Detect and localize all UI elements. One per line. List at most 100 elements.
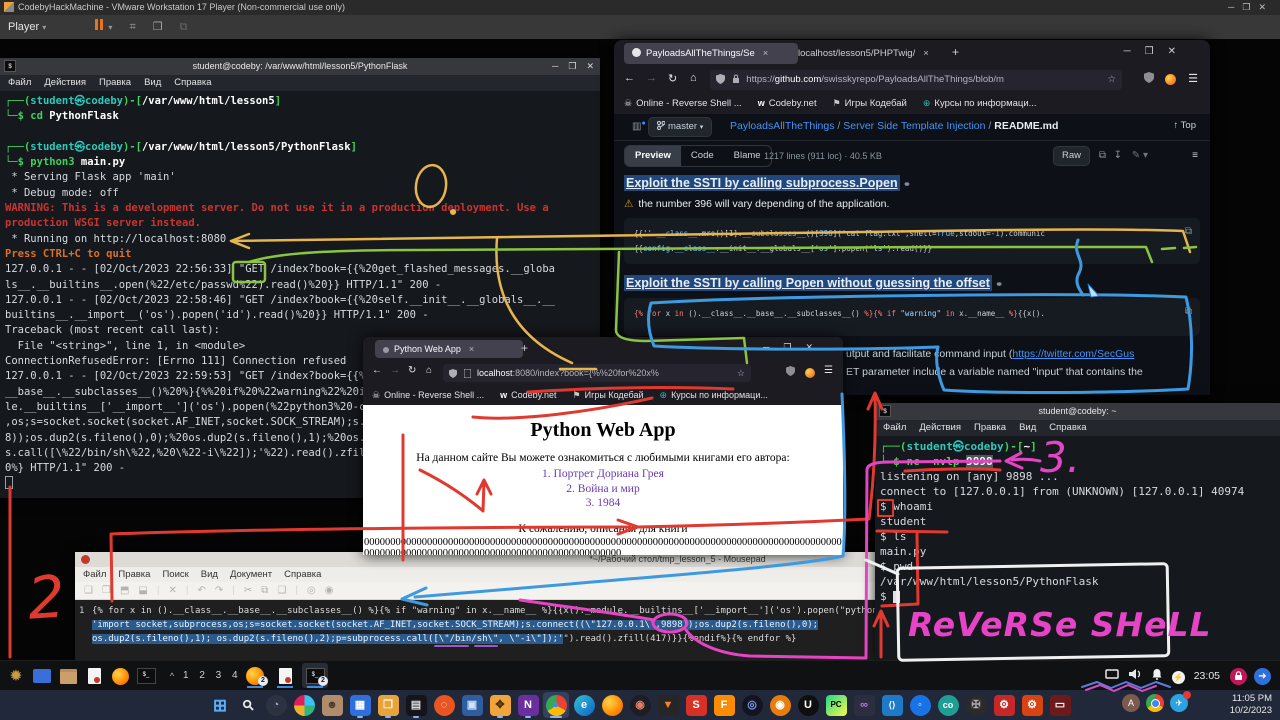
back-button[interactable]: ←	[372, 365, 382, 376]
new-tab-button[interactable]: +	[521, 341, 528, 355]
reload-button[interactable]: ↻	[408, 365, 416, 376]
show-desktop-button[interactable]	[30, 664, 54, 688]
vmware-titlebar[interactable]: CodebyHackMachine - VMware Workstation 1…	[0, 0, 1280, 15]
kali-menu-button[interactable]: ✹	[4, 664, 28, 688]
taskbar-icon-widgets[interactable]: ◔	[263, 692, 289, 718]
taskbar-icon-visual-studio[interactable]: ∞	[851, 692, 877, 718]
tab-python-web-app[interactable]: Python Web App×	[375, 340, 523, 358]
redo-icon[interactable]: ↷	[215, 585, 223, 596]
mousepad-menu-item[interactable]: Вид	[201, 569, 218, 580]
bookmark-star-icon[interactable]: ☆	[737, 364, 745, 382]
workspace-switcher[interactable]: 1 2 3 4	[183, 661, 242, 691]
terminal-titlebar[interactable]: $ student@codeby: /var/www/html/lesson5/…	[0, 58, 600, 75]
file-manager-launcher[interactable]	[56, 664, 80, 688]
tab-payloadsallthethings[interactable]: PayloadsAllTheThings/Se×	[624, 43, 798, 64]
vm-minimize-button[interactable]: ─	[1228, 2, 1242, 12]
ctrl-alt-del-icon[interactable]: ⌗	[129, 21, 135, 33]
outline-icon[interactable]: ≡	[1192, 150, 1198, 161]
terminal-menu-item[interactable]: Вид	[144, 77, 161, 88]
tray-telegram-icon[interactable]: ✈	[1170, 694, 1188, 712]
taskbar-icon-unreal[interactable]: U	[795, 692, 821, 718]
breadcrumb-folder[interactable]: Server Side Template Injection	[843, 120, 985, 132]
terminal-menu-item[interactable]: Файл	[8, 77, 31, 88]
edit-pencil-icon[interactable]: ✎ ▾	[1132, 150, 1148, 161]
bookmark-item[interactable]: ⚑Игры Кодебай	[833, 98, 907, 109]
copy-code-icon[interactable]: ⧉	[1185, 304, 1192, 319]
power-manager-icon[interactable]: ⚡	[1172, 667, 1185, 685]
new-tab-button[interactable]: +	[952, 45, 959, 59]
firefox-account-icon[interactable]	[1165, 74, 1176, 88]
terminal-launcher[interactable]: $_	[134, 664, 158, 688]
close-button[interactable]: ✕	[586, 61, 594, 71]
terminal-menu-item[interactable]: Вид	[1019, 422, 1036, 433]
suspend-button[interactable]	[95, 15, 105, 39]
home-button[interactable]: ⌂	[690, 72, 697, 84]
open-icon[interactable]: ❐	[102, 585, 111, 596]
taskbar-icon-notepad-dark[interactable]: ▤	[403, 692, 429, 718]
taskbar-icon-gears-red-1[interactable]: ⚙	[991, 692, 1017, 718]
mousepad-menu-item[interactable]: Правка	[118, 569, 150, 580]
taskbar-icon-claws[interactable]: ✠	[963, 692, 989, 718]
display-icon[interactable]	[1105, 667, 1119, 685]
taskbar-icon-firefox[interactable]	[599, 692, 625, 718]
taskbar-icon-slack[interactable]	[291, 692, 317, 718]
forward-button[interactable]: →	[646, 72, 657, 84]
panel-expand-caret[interactable]: ^	[160, 664, 184, 688]
mousepad-menu-item[interactable]: Справка	[284, 569, 321, 580]
view-tab[interactable]: Preview	[625, 146, 681, 166]
fullscreen-icon[interactable]: ❐	[153, 21, 163, 33]
home-button[interactable]: ⌂	[426, 365, 432, 376]
copy-code-icon[interactable]: ⧉	[1185, 224, 1192, 239]
terminal-menu-item[interactable]: Действия	[919, 422, 961, 433]
notifications-bell-icon[interactable]	[1151, 667, 1163, 685]
tab-close-icon[interactable]: ×	[763, 48, 769, 59]
taskbar-icon-chrome[interactable]: ●	[543, 692, 569, 718]
bookmark-item[interactable]: ⊕Курсы по информаци...	[923, 98, 1037, 109]
taskbar-icon-onenote[interactable]: N	[515, 692, 541, 718]
logout-icon[interactable]: ➜	[1254, 668, 1271, 685]
taskbar-icon-edge[interactable]: e	[571, 692, 597, 718]
book-link-3[interactable]: 3. 1984	[363, 496, 843, 511]
taskbar-icon-maps-pin[interactable]: ◦	[907, 692, 933, 718]
twitter-link[interactable]: https://twitter.com/SecGus	[1012, 348, 1134, 360]
terminal-menu-item[interactable]: Правка	[974, 422, 1006, 433]
new-icon[interactable]: ❏	[84, 585, 93, 596]
windows-clock[interactable]: 11:05 PM 10/2/2023	[1230, 693, 1272, 717]
maximize-button[interactable]: ❒	[568, 61, 576, 71]
find-icon[interactable]: ◎	[307, 585, 316, 596]
taskbar-icon-fl-studio[interactable]: F	[711, 692, 737, 718]
anchor-link-icon[interactable]: ⚭	[903, 179, 911, 189]
book-link-1[interactable]: 1. Портрет Дориана Грея	[363, 467, 843, 482]
taskbar-window-firefox[interactable]: 2	[242, 663, 268, 688]
kali-clock[interactable]: 23:05	[1194, 670, 1220, 682]
taskbar-icon-blender[interactable]: ◉	[767, 692, 793, 718]
url-bar[interactable]: localhost:8080/index?book={%%20for%20x% …	[443, 364, 751, 382]
breadcrumb-repo[interactable]: PayloadsAllTheThings	[730, 120, 834, 132]
raw-button[interactable]: Raw	[1053, 146, 1090, 166]
bookmark-item[interactable]: wCodeby.net	[500, 390, 556, 400]
tray-avatar-icon[interactable]: A	[1122, 694, 1140, 712]
anchor-link-icon[interactable]: ⚭	[995, 279, 1003, 289]
mousepad-menu-item[interactable]: Файл	[83, 569, 106, 580]
taskbar-icon-gears-red-2[interactable]: ⚙	[1019, 692, 1045, 718]
terminal-menu-item[interactable]: Справка	[1049, 422, 1086, 433]
firefox-account-icon[interactable]	[805, 368, 815, 381]
mousepad-menu-item[interactable]: Документ	[230, 569, 272, 580]
volume-icon[interactable]	[1128, 667, 1142, 685]
tab-localhost-phptwig[interactable]: localhost/lesson5/PHPTwig/×	[790, 43, 958, 64]
tab-close-icon[interactable]: ×	[469, 344, 474, 354]
terminal-menu-item[interactable]: Правка	[99, 77, 131, 88]
taskbar-icon-bandicam[interactable]: ▭	[1047, 692, 1073, 718]
terminal-output[interactable]: ┌──(student㉿codeby)-[~]└─$ nc -nvlp 9898…	[875, 436, 1280, 607]
taskbar-icon-vscode[interactable]: ⟨⟩	[879, 692, 905, 718]
taskbar-icon-virtualbox[interactable]: ▣	[459, 692, 485, 718]
scroll-top-button[interactable]: ↑ Top	[1173, 120, 1196, 131]
taskbar-icon-file-explorer[interactable]: ❒	[375, 692, 401, 718]
bookmark-item[interactable]: ☠Online - Reverse Shell ...	[372, 390, 484, 400]
taskbar-icon-pycharm[interactable]: PC	[823, 692, 849, 718]
menu-icon[interactable]: ☰	[824, 365, 833, 376]
back-button[interactable]: ←	[624, 72, 635, 84]
terminal-menu-item[interactable]: Действия	[44, 77, 86, 88]
close-doc-icon[interactable]: ✕	[168, 585, 176, 596]
reload-button[interactable]: ↻	[668, 72, 677, 85]
